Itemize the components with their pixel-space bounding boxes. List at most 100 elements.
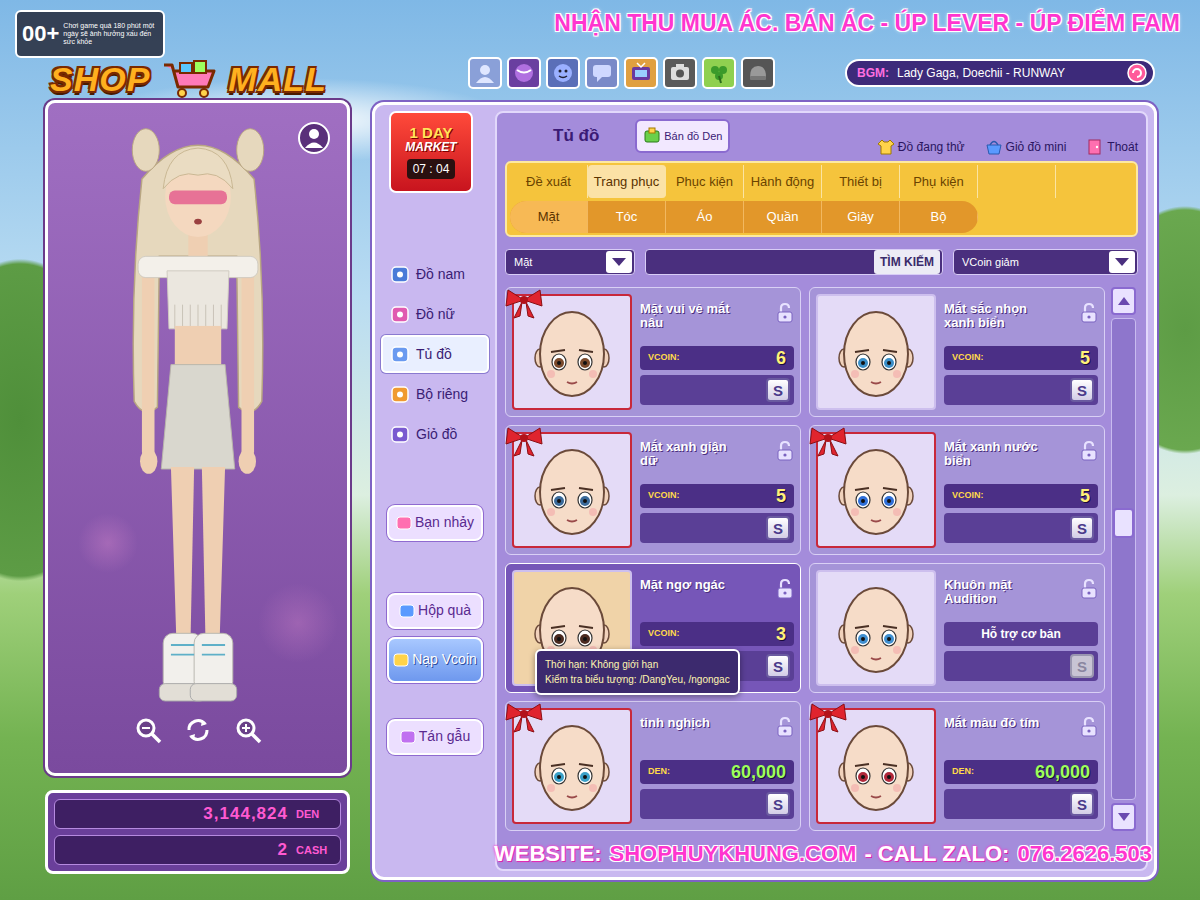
website-label: WEBSITE: [494, 837, 602, 870]
chat-icon[interactable] [585, 57, 619, 89]
select-button[interactable]: S [1070, 516, 1094, 540]
price: 60,000 [1035, 763, 1090, 781]
item-info: Khuôn mặt AuditionHỗ trợ cơ bảnS [944, 570, 1098, 686]
item-card[interactable]: Mặt vui vẻ mắt nâuVCOIN:6S [505, 287, 801, 417]
scroll-down-button[interactable] [1111, 803, 1136, 831]
tv-icon[interactable] [624, 57, 658, 89]
toolbar [468, 57, 775, 89]
dance-partner-button[interactable]: Bạn nhảy [387, 505, 483, 541]
select-button[interactable]: S [1070, 378, 1094, 402]
dropdown-value: VCoin giảm [962, 254, 1019, 271]
lock-icon [1080, 302, 1098, 324]
item-title-row: Khuôn mặt Audition [944, 570, 1098, 622]
item-info: Mặt vui vẻ mắt nâuVCOIN:6S [640, 294, 794, 410]
currency-label: DEN: [648, 765, 670, 779]
profile-icon[interactable] [297, 121, 331, 155]
currency-unit: CASH [296, 842, 332, 859]
avatar-icon[interactable] [468, 57, 502, 89]
subtab[interactable]: Mặt [510, 201, 588, 233]
header-link[interactable]: Giỏ đồ mini [985, 138, 1067, 156]
sidebar-item[interactable]: Giỏ đồ [381, 415, 489, 453]
item-title-row: Mắt xanh nước biển [944, 432, 1098, 484]
item-card[interactable]: Mắt sắc nhọn xanh biểnVCOIN:5S [809, 287, 1105, 417]
gift-bow-icon [808, 424, 848, 458]
subtab[interactable]: Bộ [900, 201, 978, 233]
button-icon [400, 729, 416, 745]
chat-button[interactable]: Tán gẫu [387, 719, 483, 755]
music-toggle-icon[interactable] [1127, 63, 1147, 83]
search-button[interactable]: TÌM KIẾM [874, 250, 940, 274]
select-button[interactable]: S [766, 792, 790, 816]
zoom-out-icon[interactable] [133, 715, 163, 745]
item-title: Mắt xanh giận dữ [640, 440, 744, 468]
price-bar: DEN:60,000 [640, 760, 794, 784]
price-bar: VCOIN:3 [640, 622, 794, 646]
tab-box: Đề xuấtTrang phụcPhục kiệnHành độngThiết… [505, 161, 1138, 237]
photo-icon[interactable] [663, 57, 697, 89]
item-title: Mắt sắc nhọn xanh biển [944, 302, 1048, 330]
select-button[interactable]: S [766, 378, 790, 402]
gift-bow-icon [504, 424, 544, 458]
currency-label: VCOIN: [648, 627, 680, 641]
tab[interactable]: Thiết bị [822, 165, 900, 198]
select-button[interactable]: S [1070, 654, 1094, 678]
sell-den-button[interactable]: Bán đồ Den [635, 119, 730, 153]
top-up-button[interactable]: Nạp Vcoin [387, 637, 483, 683]
main-area: 3,144,824DEN2CASH 1 DAYMARKET07 : 04Đồ n… [0, 100, 1200, 880]
item-thumbnail [512, 294, 632, 410]
price: 5 [1080, 349, 1090, 367]
category-list: Đồ namĐồ nữTủ đồBộ riêngGiỏ đồ [381, 255, 489, 453]
item-title-row: Mặt ngơ ngác [640, 570, 794, 622]
item-tooltip: Thời hạn: Không giới hạnKiểm tra biểu tư… [535, 649, 740, 695]
tab[interactable]: Trang phục [588, 165, 666, 198]
currency-amount: 3,144,824 [203, 801, 288, 827]
item-thumbnail [512, 432, 632, 548]
search-box: TÌM KIẾM [645, 249, 943, 275]
item-card[interactable]: Mắt màu đỏ tímDEN:60,000S [809, 701, 1105, 831]
tab[interactable]: Phụ kiện [900, 165, 978, 198]
gift-box-button[interactable]: Hộp quà [387, 593, 483, 629]
subtab-row: MặtTócÁoQuầnGiàyBộ [510, 201, 1133, 233]
shop-mall-logo: SHOPMALL [50, 58, 360, 100]
sidebar-item[interactable]: Tủ đồ [381, 335, 489, 373]
game-screen: 00+Chơi game quá 180 phút một ngày sẽ ản… [0, 0, 1200, 900]
select-button[interactable]: S [766, 516, 790, 540]
ball-icon[interactable] [507, 57, 541, 89]
item-card[interactable]: Mắt xanh giận dữVCOIN:5S [505, 425, 801, 555]
category-dropdown[interactable]: Mặt [505, 249, 635, 275]
scroll-thumb[interactable] [1113, 508, 1134, 538]
sidebar-item[interactable]: Đồ nữ [381, 295, 489, 333]
item-title: Khuôn mặt Audition [944, 578, 1048, 606]
rotate-icon[interactable] [183, 715, 213, 745]
scroll-up-button[interactable] [1111, 287, 1136, 315]
scroll-track[interactable] [1111, 318, 1136, 800]
sidebar-item[interactable]: Bộ riêng [381, 375, 489, 413]
one-day-market[interactable]: 1 DAYMARKET07 : 04 [389, 111, 473, 193]
zoom-in-icon[interactable] [233, 715, 263, 745]
tab[interactable]: Đề xuất [510, 165, 588, 198]
search-input[interactable] [646, 251, 874, 273]
tab[interactable]: Phục kiện [666, 165, 744, 198]
subtab[interactable]: Áo [666, 201, 744, 233]
item-card[interactable]: tinh nghịchDEN:60,000S [505, 701, 801, 831]
scrollbar [1111, 287, 1136, 831]
clover-icon[interactable] [702, 57, 736, 89]
subtab[interactable]: Giày [822, 201, 900, 233]
helmet-icon[interactable] [741, 57, 775, 89]
wardrobe-panel: Tủ đồBán đồ DenĐồ đang thửGiỏ đồ miniTho… [495, 111, 1148, 871]
subtab[interactable]: Quần [744, 201, 822, 233]
item-card[interactable]: Mắt xanh nước biểnVCOIN:5S [809, 425, 1105, 555]
face-icon[interactable] [546, 57, 580, 89]
sidebar-item[interactable]: Đồ nam [381, 255, 489, 293]
tab[interactable]: Hành động [744, 165, 822, 198]
header-link[interactable]: Đồ đang thử [877, 138, 965, 156]
face-icon [833, 304, 919, 400]
subtab[interactable]: Tóc [588, 201, 666, 233]
select-button[interactable]: S [1070, 792, 1094, 816]
select-button[interactable]: S [766, 654, 790, 678]
phone-number: 076.2626.503 [1017, 837, 1152, 870]
item-card[interactable]: Khuôn mặt AuditionHỗ trợ cơ bảnS [809, 563, 1105, 693]
header-link[interactable]: Thoát [1086, 138, 1138, 156]
sort-dropdown[interactable]: VCoin giảm [953, 249, 1138, 275]
bgm-bar[interactable]: BGM:Lady Gaga, Doechii - RUNWAY [845, 59, 1155, 87]
